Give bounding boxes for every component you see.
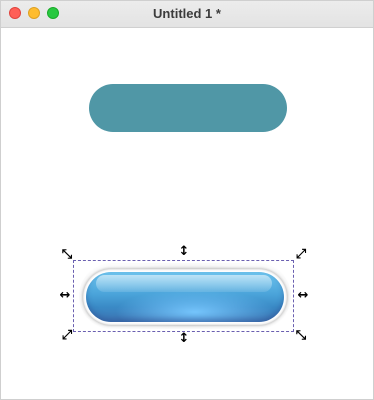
resize-arrow-vertical-icon[interactable]: ↕ [177,245,191,259]
flat-pill-shape[interactable] [89,84,287,132]
resize-arrow-horizontal-icon[interactable]: ↔ [296,289,310,303]
drawing-canvas[interactable]: ⤡ ↕ ⤢ ↔ ↔ ⤢ ↕ ⤡ [1,28,373,399]
window-title: Untitled 1 * [153,6,221,21]
resize-arrow-diagonal-se-icon[interactable]: ⤡ [294,329,308,343]
resize-arrow-diagonal-sw-icon[interactable]: ⤢ [60,329,74,343]
resize-arrow-diagonal-nw-icon[interactable]: ⤡ [60,248,74,262]
resize-arrow-vertical-icon[interactable]: ↕ [177,332,191,346]
selection-bounding-box [73,260,294,332]
resize-arrow-diagonal-ne-icon[interactable]: ⤢ [294,248,308,262]
app-window: Untitled 1 * ⤡ ↕ ⤢ ↔ ↔ ⤢ ↕ ⤡ [0,0,374,400]
title-bar[interactable]: Untitled 1 * [1,1,373,28]
resize-arrow-horizontal-icon[interactable]: ↔ [58,289,72,303]
